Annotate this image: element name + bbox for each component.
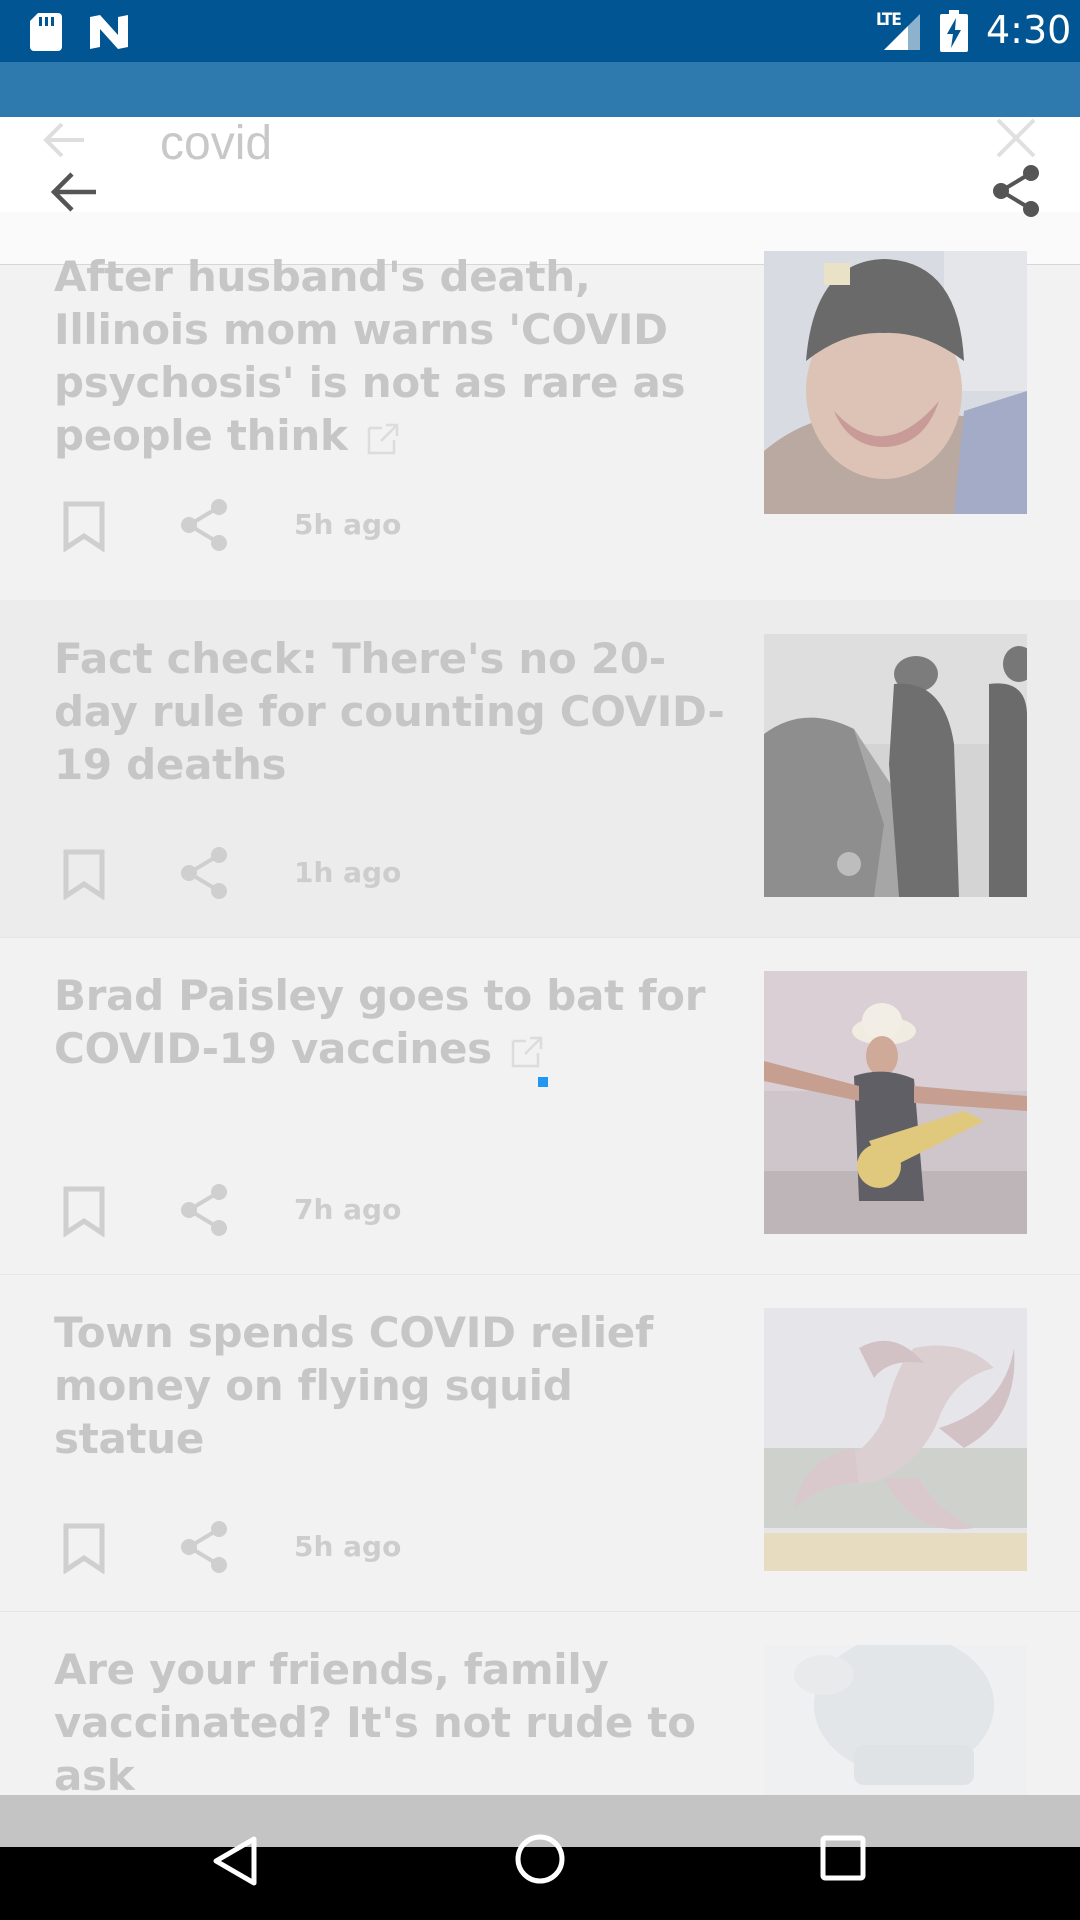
article-headline[interactable]: Are your friends, family vaccinated? It'…: [54, 1643, 734, 1795]
app-toolbar: [0, 62, 1080, 117]
bookmark-icon[interactable]: [62, 500, 106, 552]
external-link-icon: [367, 423, 398, 454]
back-arrow-icon[interactable]: [48, 170, 100, 214]
share-icon[interactable]: [178, 1520, 230, 1574]
share-icon[interactable]: [178, 846, 230, 900]
share-icon[interactable]: [990, 164, 1042, 218]
share-icon[interactable]: [178, 1183, 230, 1237]
article-thumbnail[interactable]: [764, 1645, 1027, 1795]
bookmark-icon[interactable]: [62, 1185, 106, 1237]
search-back-icon[interactable]: [40, 120, 86, 160]
n-notification-icon: [90, 15, 128, 49]
article-time: 5h ago: [294, 1530, 402, 1563]
status-time: 4:30: [986, 8, 1072, 52]
nav-back-icon[interactable]: [212, 1835, 260, 1887]
article-card[interactable]: After husband's death, Illinois mom warn…: [0, 250, 1080, 601]
loading-indicator: [538, 1077, 548, 1087]
nav-recents-icon[interactable]: [820, 1835, 866, 1881]
article-thumbnail[interactable]: [764, 251, 1027, 514]
external-link-icon: [511, 1036, 543, 1067]
article-headline[interactable]: Fact check: There's no 20-day rule for c…: [54, 632, 734, 791]
article-headline[interactable]: After husband's death, Illinois mom warn…: [54, 250, 734, 462]
article-thumbnail[interactable]: [764, 634, 1027, 897]
article-card[interactable]: Brad Paisley goes to bat for COVID-19 va…: [0, 937, 1080, 1275]
article-card[interactable]: Town spends COVID relief money on flying…: [0, 1274, 1080, 1612]
article-time: 7h ago: [294, 1193, 402, 1226]
battery-charging-icon: [940, 10, 968, 52]
close-icon[interactable]: [994, 116, 1038, 160]
article-card[interactable]: Fact check: There's no 20-day rule for c…: [0, 600, 1080, 938]
nav-home-icon[interactable]: [514, 1833, 566, 1885]
article-thumbnail[interactable]: [764, 971, 1027, 1234]
article-headline[interactable]: Town spends COVID relief money on flying…: [54, 1306, 734, 1465]
bookmark-icon[interactable]: [62, 1522, 106, 1574]
search-input[interactable]: [158, 112, 762, 174]
article-card[interactable]: Are your friends, family vaccinated? It'…: [0, 1611, 1080, 1795]
article-headline[interactable]: Brad Paisley goes to bat for COVID-19 va…: [54, 969, 734, 1075]
article-thumbnail[interactable]: [764, 1308, 1027, 1571]
sd-card-icon: [30, 13, 62, 51]
share-icon[interactable]: [178, 498, 230, 552]
article-time: 1h ago: [294, 856, 402, 889]
signal-icon: [884, 14, 920, 50]
bookmark-icon[interactable]: [62, 848, 106, 900]
article-time: 5h ago: [294, 508, 402, 541]
status-bar: LTE 4:30: [0, 0, 1080, 62]
